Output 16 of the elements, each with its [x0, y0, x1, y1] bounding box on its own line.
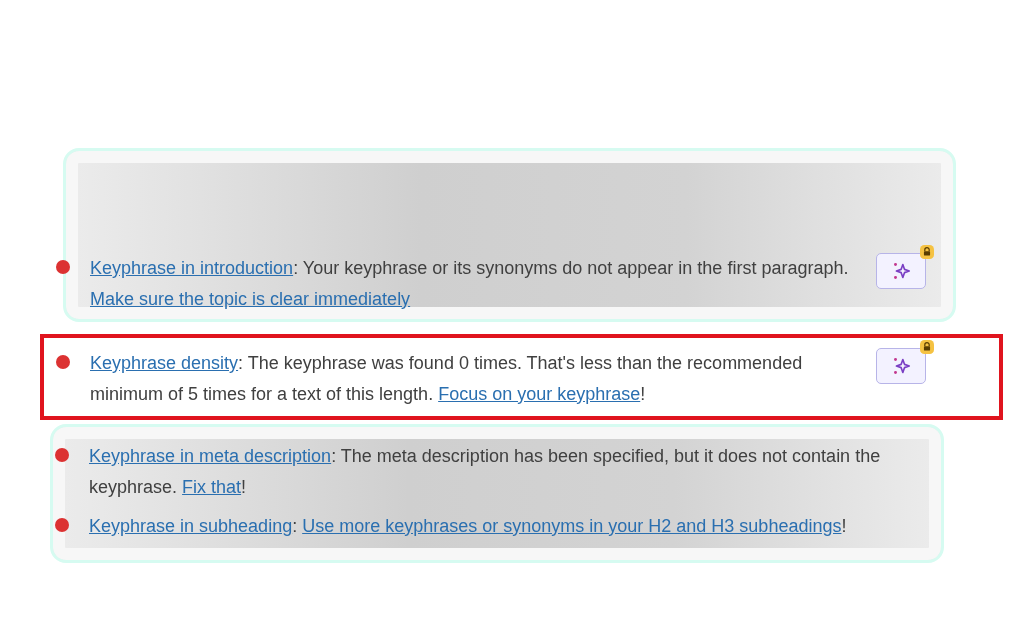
feedback-text: Keyphrase in introduction: Your keyphrase or its synonyms do not appear in the first paragraph. Make sure the topic is clear immediately [90, 257, 850, 311]
feedback-link[interactable]: Keyphrase in meta description [89, 446, 332, 466]
feedback-link[interactable]: Focus on your keyphrase [438, 384, 641, 404]
feedback-link[interactable]: Fix that [182, 477, 242, 497]
feedback-text: Keyphrase density: The keyphrase was found 0 times. That's less than the recommended minimum of 5 times for a text of this length. Focus on your keyphrase! [90, 352, 804, 406]
feedback-link[interactable]: Use more keyphrases or synonyms in your H2 and H3 subheadings [302, 516, 842, 536]
feedback-text: Keyphrase in subheading: Use more keyphrases or synonyms in your H2 and H3 subheadings! [89, 515, 848, 538]
lock-icon [920, 245, 934, 259]
feedback-text: Keyphrase in meta description: The meta description has been specified, but it does not contain the keyphrase. Fix that! [89, 445, 882, 499]
feedback-link[interactable]: Keyphrase in subheading [89, 516, 293, 536]
feedback-link[interactable]: Make sure the topic is clear immediately [90, 289, 411, 309]
ai-fix-button[interactable] [876, 253, 926, 289]
lock-icon [920, 340, 934, 354]
ai-fix-button[interactable] [876, 348, 926, 384]
feedback-link[interactable]: Keyphrase in introduction [90, 258, 294, 278]
feedback-link[interactable]: Keyphrase density [90, 353, 239, 373]
